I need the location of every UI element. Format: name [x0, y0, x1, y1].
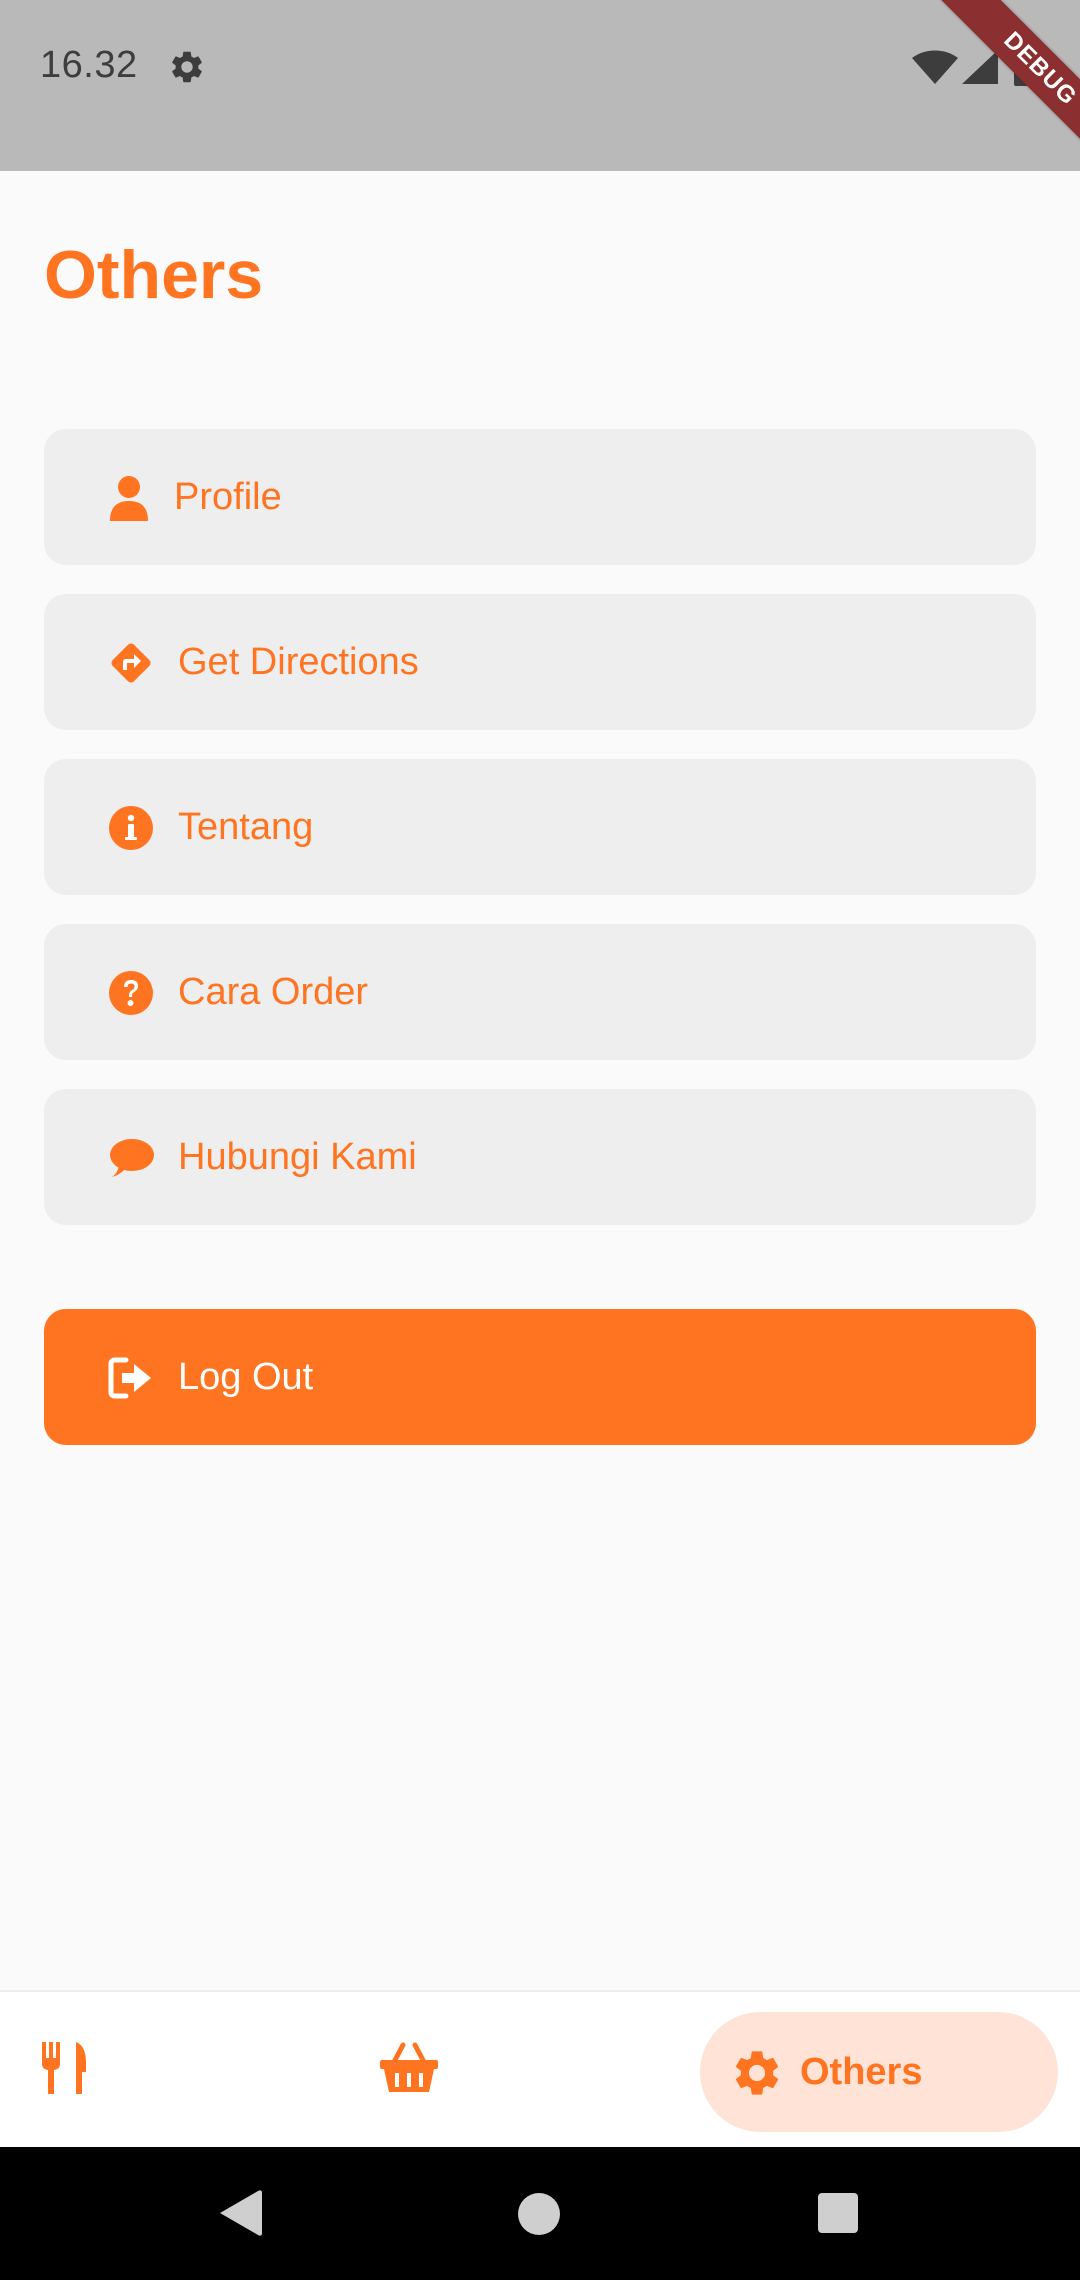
signal-icon	[962, 50, 998, 84]
back-icon[interactable]	[218, 2187, 262, 2239]
menu-item-cara-order[interactable]: Cara Order	[44, 924, 1036, 1060]
nav-tab-basket[interactable]	[380, 2042, 438, 2094]
chat-icon	[108, 1135, 154, 1181]
logout-button[interactable]: Log Out	[44, 1309, 1036, 1445]
nav-tab-others-label: Others	[800, 2051, 923, 2093]
directions-icon	[108, 640, 154, 686]
status-bar: 16.32 DEBUG	[0, 0, 1080, 171]
logout-icon	[108, 1355, 154, 1401]
menu-item-hubungi-kami[interactable]: Hubungi Kami	[44, 1089, 1036, 1225]
question-icon	[108, 970, 154, 1016]
menu-item-label: Cara Order	[178, 971, 369, 1013]
utensils-icon	[40, 2042, 88, 2094]
home-icon[interactable]	[518, 2193, 560, 2235]
menu-item-label: Tentang	[178, 806, 314, 848]
basket-icon	[380, 2042, 438, 2094]
settings-icon	[168, 48, 206, 86]
menu-item-label: Profile	[174, 476, 282, 518]
bottom-navigation: Others	[0, 1990, 1080, 2149]
logout-label: Log Out	[178, 1356, 314, 1398]
user-icon	[108, 475, 154, 521]
recents-icon[interactable]	[818, 2193, 858, 2233]
menu-item-tentang[interactable]: Tentang	[44, 759, 1036, 895]
system-navigation-bar	[0, 2147, 1080, 2280]
status-time: 16.32	[40, 44, 138, 86]
info-icon	[108, 805, 154, 851]
menu-item-get-directions[interactable]: Get Directions	[44, 594, 1036, 730]
gear-icon	[730, 2046, 784, 2100]
nav-tab-others[interactable]: Others	[700, 2012, 1058, 2132]
menu-item-label: Get Directions	[178, 641, 419, 683]
wifi-icon	[912, 50, 958, 84]
menu-item-profile[interactable]: Profile	[44, 429, 1036, 565]
menu-item-label: Hubungi Kami	[178, 1136, 417, 1178]
nav-tab-menu[interactable]	[40, 2042, 88, 2094]
page-title: Others	[44, 237, 264, 313]
debug-banner: DEBUG	[940, 0, 1080, 169]
